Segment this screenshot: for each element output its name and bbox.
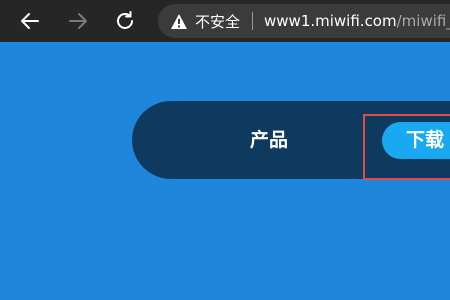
forward-arrow-icon [69, 13, 87, 29]
screen: 不安全 www1.miwifi.com/miwifi_do 产品 下载 [0, 0, 450, 300]
back-arrow-icon [21, 13, 39, 29]
reload-button[interactable] [113, 9, 137, 33]
address-divider [252, 12, 254, 30]
url-host: www1.miwifi.com [264, 12, 397, 30]
back-button[interactable] [18, 9, 42, 33]
address-bar[interactable]: 不安全 www1.miwifi.com/miwifi_do [158, 4, 450, 38]
warning-triangle-icon [170, 12, 188, 30]
site-nav-bar: 产品 下载 [132, 101, 450, 179]
nav-item-products[interactable]: 产品 [250, 101, 288, 179]
forward-button[interactable] [66, 9, 90, 33]
browser-toolbar: 不安全 www1.miwifi.com/miwifi_do [0, 0, 450, 42]
reload-icon [117, 11, 133, 29]
security-status-label[interactable]: 不安全 [195, 11, 240, 32]
url-path: /miwifi_do [396, 12, 450, 30]
download-button[interactable]: 下载 [382, 122, 450, 159]
